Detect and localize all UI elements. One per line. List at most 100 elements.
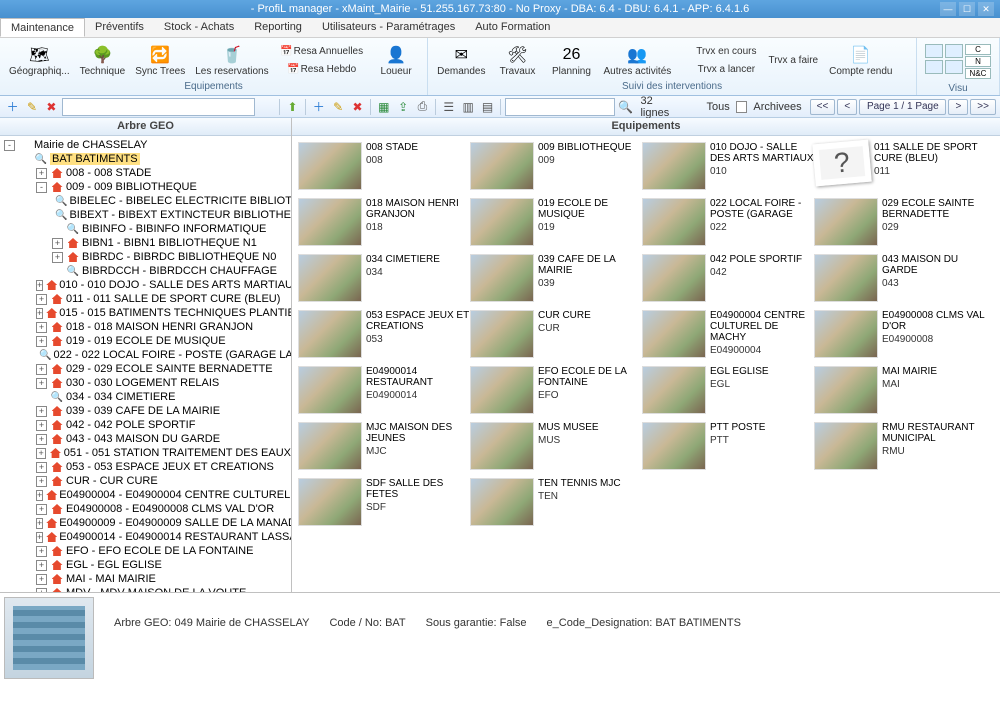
tree-node[interactable]: +E04900009 - E04900009 SALLE DE LA MANAD… xyxy=(0,516,291,530)
tree-node[interactable]: -Mairie de CHASSELAY xyxy=(0,138,291,152)
equipment-card[interactable]: 042 POLE SPORTIF042 xyxy=(642,254,814,302)
add2-icon[interactable]: ＋ xyxy=(310,98,327,116)
ribbon-g-ographiq-[interactable]: 🗺Géographiq... xyxy=(5,41,74,80)
page-next[interactable]: > xyxy=(948,99,968,115)
expand-icon[interactable]: + xyxy=(36,490,43,501)
equipment-card[interactable]: 039 CAFE DE LA MAIRIE039 xyxy=(470,254,642,302)
equipment-card[interactable]: EFO ECOLE DE LA FONTAINEEFO xyxy=(470,366,642,414)
tree-node[interactable]: 🔍BAT BATIMENTS xyxy=(0,152,291,166)
equipment-card[interactable]: MJC MAISON DES JEUNESMJC xyxy=(298,422,470,470)
tree-node[interactable]: +CUR - CUR CURE xyxy=(0,474,291,488)
expand-icon[interactable]: + xyxy=(36,322,47,333)
filter-archivees[interactable]: Archivees xyxy=(749,101,805,113)
tree-node[interactable]: 🔍BIBELEC - BIBELEC ELECTRICITE BIBLIOTHE… xyxy=(0,194,291,208)
expand-icon[interactable]: + xyxy=(36,308,43,319)
visu-box2-0[interactable] xyxy=(945,44,963,58)
archive-checkbox[interactable] xyxy=(736,101,748,113)
tree-node[interactable]: -009 - 009 BIBLIOTHEQUE xyxy=(0,180,291,194)
equipment-card[interactable]: ?011 SALLE DE SPORT CURE (BLEU)011 xyxy=(814,142,986,190)
excel-icon[interactable]: ▦ xyxy=(375,98,392,116)
expand-icon[interactable]: + xyxy=(36,574,47,585)
visu-C[interactable]: C xyxy=(965,44,991,55)
tree-node[interactable]: +011 - 011 SALLE DE SPORT CURE (BLEU) xyxy=(0,292,291,306)
ribbon-resa-annuelles[interactable]: 📅Resa Annuelles xyxy=(275,44,369,60)
visu-N[interactable]: N xyxy=(965,56,991,67)
menu-maintenance[interactable]: Maintenance xyxy=(0,18,85,37)
up-icon[interactable]: ⬆ xyxy=(284,98,301,116)
expand-icon[interactable]: + xyxy=(52,252,63,263)
tree-search-input[interactable] xyxy=(62,98,255,116)
expand-icon[interactable]: + xyxy=(36,532,43,543)
close-button[interactable]: ✕ xyxy=(978,2,994,16)
equipment-card[interactable]: 019 ECOLE DE MUSIQUE019 xyxy=(470,198,642,246)
geo-tree[interactable]: -Mairie de CHASSELAY🔍BAT BATIMENTS+008 -… xyxy=(0,136,291,592)
add-icon[interactable]: ＋ xyxy=(4,98,21,116)
equipment-card[interactable]: EGL EGLISEEGL xyxy=(642,366,814,414)
tree-node[interactable]: +019 - 019 ECOLE DE MUSIQUE xyxy=(0,334,291,348)
export-icon[interactable]: ⇪ xyxy=(394,98,411,116)
expand-icon[interactable]: - xyxy=(4,140,15,151)
delete-icon[interactable]: ✖ xyxy=(43,98,60,116)
minimize-button[interactable]: — xyxy=(940,2,956,16)
ribbon-trvx-a-faire[interactable]: Trvx a faire xyxy=(763,53,823,69)
expand-icon[interactable]: + xyxy=(36,462,47,473)
tree-node[interactable]: +030 - 030 LOGEMENT RELAIS xyxy=(0,376,291,390)
tree-node[interactable]: +029 - 029 ECOLE SAINTE BERNADETTE xyxy=(0,362,291,376)
tree-node[interactable]: +E04900004 - E04900004 CENTRE CULTUREL D… xyxy=(0,488,291,502)
tree-node[interactable]: +BIBRDC - BIBRDC BIBLIOTHEQUE N0 xyxy=(0,250,291,264)
menu-pr-ventifs[interactable]: Préventifs xyxy=(85,18,154,37)
ribbon-demandes[interactable]: ✉Demandes xyxy=(433,41,489,80)
equipment-grid[interactable]: 008 STADE008009 BIBLIOTHEQUE009010 DOJO … xyxy=(292,136,1000,592)
equipment-card[interactable]: 043 MAISON DU GARDE043 xyxy=(814,254,986,302)
ribbon-resa-hebdo[interactable]: 📅Resa Hebdo xyxy=(275,62,369,78)
ribbon-les-reservations[interactable]: 🥤Les reservations xyxy=(191,41,272,80)
grid-search-input[interactable] xyxy=(505,98,615,116)
expand-icon[interactable]: + xyxy=(36,434,47,445)
page-last[interactable]: >> xyxy=(970,99,996,115)
equipment-card[interactable]: TEN TENNIS MJCTEN xyxy=(470,478,642,526)
expand-icon[interactable]: + xyxy=(36,476,47,487)
expand-icon[interactable]: + xyxy=(36,294,47,305)
visu-box-1[interactable] xyxy=(925,60,943,74)
expand-icon[interactable]: + xyxy=(36,378,47,389)
expand-icon[interactable]: + xyxy=(36,518,43,529)
search-icon[interactable]: 🔍 xyxy=(617,98,634,116)
menu-auto-formation[interactable]: Auto Formation xyxy=(465,18,560,37)
ribbon-loueur[interactable]: 👤Loueur xyxy=(370,41,422,80)
view-grid-icon[interactable]: ▥ xyxy=(459,98,476,116)
delete2-icon[interactable]: ✖ xyxy=(349,98,366,116)
tree-node[interactable]: +053 - 053 ESPACE JEUX ET CREATIONS xyxy=(0,460,291,474)
expand-icon[interactable]: + xyxy=(36,420,47,431)
expand-icon[interactable]: + xyxy=(36,364,47,375)
expand-icon[interactable]: + xyxy=(36,280,43,291)
equipment-card[interactable]: E04900004 CENTRE CULTUREL DE MACHYE04900… xyxy=(642,310,814,358)
edit2-icon[interactable]: ✎ xyxy=(329,98,346,116)
tree-node[interactable]: +MAI - MAI MAIRIE xyxy=(0,572,291,586)
equipment-card[interactable]: 022 LOCAL FOIRE - POSTE (GARAGE022 xyxy=(642,198,814,246)
expand-icon[interactable]: + xyxy=(36,168,47,179)
equipment-card[interactable]: PTT POSTEPTT xyxy=(642,422,814,470)
equipment-card[interactable]: E04900008 CLMS VAL D'ORE04900008 xyxy=(814,310,986,358)
tree-node[interactable]: +EFO - EFO ECOLE DE LA FONTAINE xyxy=(0,544,291,558)
maximize-button[interactable]: ☐ xyxy=(959,2,975,16)
expand-icon[interactable]: + xyxy=(36,546,47,557)
tree-node[interactable]: +E04900008 - E04900008 CLMS VAL D'OR xyxy=(0,502,291,516)
filter-tous[interactable]: Tous xyxy=(702,101,733,113)
view-detail-icon[interactable]: ▤ xyxy=(479,98,496,116)
tree-node[interactable]: +BIBN1 - BIBN1 BIBLIOTHEQUE N1 xyxy=(0,236,291,250)
tree-node[interactable]: +039 - 039 CAFE DE LA MAIRIE xyxy=(0,404,291,418)
tree-node[interactable]: +015 - 015 BATIMENTS TECHNIQUES PLANTIER… xyxy=(0,306,291,320)
equipment-card[interactable]: MUS MUSEEMUS xyxy=(470,422,642,470)
equipment-card[interactable]: 053 ESPACE JEUX ET CREATIONS053 xyxy=(298,310,470,358)
tree-node[interactable]: +E04900014 - E04900014 RESTAURANT LASSAU… xyxy=(0,530,291,544)
tree-node[interactable]: 🔍022 - 022 LOCAL FOIRE - POSTE (GARAGE L… xyxy=(0,348,291,362)
visu-box-0[interactable] xyxy=(925,44,943,58)
menu-reporting[interactable]: Reporting xyxy=(244,18,312,37)
ribbon-autres-activit-s[interactable]: 👥Autres activités xyxy=(599,41,675,80)
tree-node[interactable]: 🔍034 - 034 CIMETIERE xyxy=(0,390,291,404)
equipment-card[interactable]: 009 BIBLIOTHEQUE009 xyxy=(470,142,642,190)
equipment-card[interactable]: 034 CIMETIERE034 xyxy=(298,254,470,302)
tree-node[interactable]: +EGL - EGL EGLISE xyxy=(0,558,291,572)
edit-icon[interactable]: ✎ xyxy=(23,98,40,116)
expand-icon[interactable]: + xyxy=(52,238,63,249)
